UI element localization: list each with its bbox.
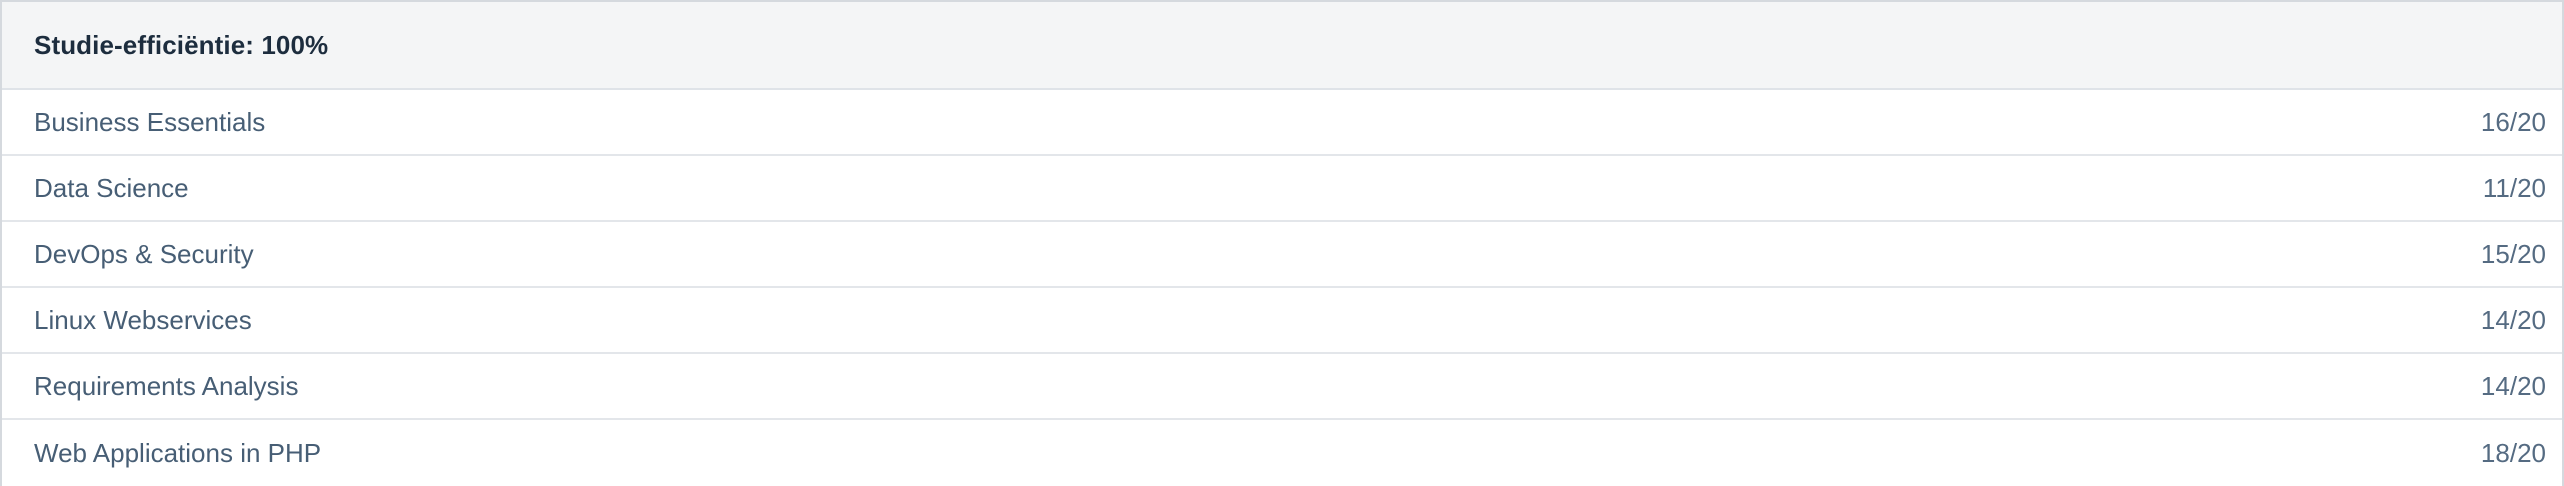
list-item[interactable]: Business Essentials 16/20 xyxy=(2,90,2562,156)
course-name: Web Applications in PHP xyxy=(34,437,322,468)
course-score: 14/20 xyxy=(2480,304,2546,335)
course-score: 16/20 xyxy=(2480,106,2546,137)
panel-header: Studie-efficiëntie: 100% xyxy=(2,2,2562,90)
course-name: Data Science xyxy=(34,172,189,203)
panel-title: Studie-efficiëntie: 100% xyxy=(34,29,329,60)
list-item[interactable]: Linux Webservices 14/20 xyxy=(2,288,2562,354)
course-name: Requirements Analysis xyxy=(34,370,299,401)
list-item[interactable]: Web Applications in PHP 18/20 xyxy=(2,420,2562,486)
list-item[interactable]: DevOps & Security 15/20 xyxy=(2,222,2562,288)
course-name: DevOps & Security xyxy=(34,238,254,269)
list-item[interactable]: Requirements Analysis 14/20 xyxy=(2,354,2562,420)
course-list: Business Essentials 16/20 Data Science 1… xyxy=(2,90,2562,486)
study-efficiency-panel: Studie-efficiëntie: 100% Business Essent… xyxy=(0,0,2564,486)
course-score: 14/20 xyxy=(2480,370,2546,401)
course-name: Business Essentials xyxy=(34,106,266,137)
list-item[interactable]: Data Science 11/20 xyxy=(2,156,2562,222)
course-score: 18/20 xyxy=(2480,437,2546,468)
course-name: Linux Webservices xyxy=(34,304,252,335)
course-score: 15/20 xyxy=(2480,238,2546,269)
course-score: 11/20 xyxy=(2482,172,2546,203)
